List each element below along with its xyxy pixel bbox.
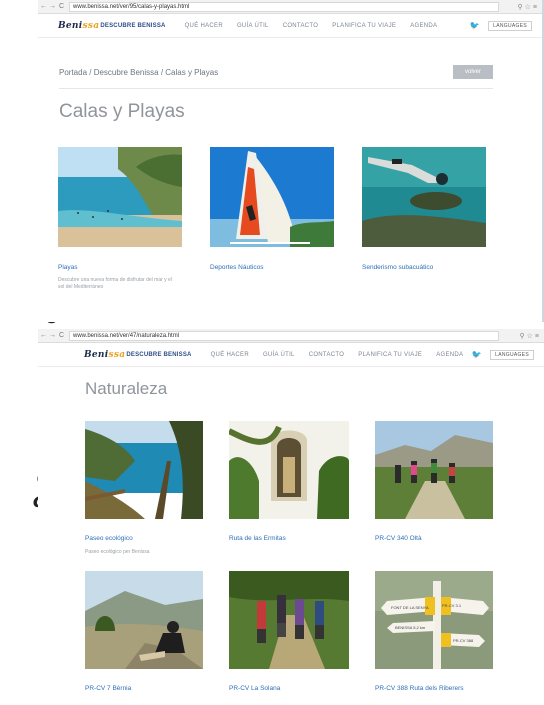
divider xyxy=(59,88,493,89)
card-title[interactable]: Senderismo subacuático xyxy=(362,264,486,271)
card-desc: Descubre una nueva forma de disfrutar de… xyxy=(58,277,172,290)
card-title[interactable]: PR-CV 388 Ruta dels Riberers xyxy=(375,685,493,692)
forward-arrow-icon[interactable]: → xyxy=(49,329,56,343)
nav-contacto[interactable]: CONTACTO xyxy=(276,23,326,29)
card-pr-cv-388-riberers[interactable]: FONT DE LA SENYA PR-CV 3.1 BENISSA 5,2 k… xyxy=(375,571,493,692)
browser-toolbar: ← → C www.benissa.net/ver/47/naturaleza.… xyxy=(38,329,544,343)
signpost-label: PR-CV 388 xyxy=(453,638,474,643)
twitter-icon[interactable]: 🐦 xyxy=(470,21,480,30)
logo-tagline: DESCUBRE BENISSA xyxy=(100,22,166,29)
reload-icon[interactable]: C xyxy=(58,329,65,343)
site-logo[interactable]: Benissa DESCUBRE BENISSA xyxy=(84,350,192,360)
url-text: www.benissa.net/ver/47/naturaleza.html xyxy=(73,332,180,339)
card-title[interactable]: PR-CV La Solana xyxy=(229,685,349,692)
browser-window-calas: ← → C www.benissa.net/ver/95/calas-y-pla… xyxy=(38,0,544,322)
forest-hikers-photo[interactable] xyxy=(229,571,349,669)
card-ruta-ermitas[interactable]: Ruta de las Ermitas xyxy=(229,421,349,542)
coast-path-photo[interactable] xyxy=(85,421,203,519)
browser-toolbar: ← → C www.benissa.net/ver/95/calas-y-pla… xyxy=(38,0,542,14)
nav-agenda[interactable]: AGENDA xyxy=(403,23,444,29)
card-title[interactable]: Playas xyxy=(58,264,182,271)
mountain-rest-photo[interactable] xyxy=(85,571,203,669)
signpost-photo[interactable]: FONT DE LA SENYA PR-CV 3.1 BENISSA 5,2 k… xyxy=(375,571,493,669)
nav-agenda[interactable]: AGENDA xyxy=(429,352,470,358)
url-text: www.benissa.net/ver/95/calas-y-playas.ht… xyxy=(73,3,190,10)
nav-guia-util[interactable]: GUÍA ÚTIL xyxy=(256,352,302,358)
signpost-label: PR-CV 3.1 xyxy=(442,603,462,608)
twitter-icon[interactable]: 🐦 xyxy=(472,350,482,359)
logo-script: Benissa xyxy=(84,349,126,360)
sailing-photo[interactable] xyxy=(210,147,334,247)
nav-planifica[interactable]: PLANIFICA TU VIAJE xyxy=(351,352,429,358)
card-pr-cv-340-olta[interactable]: PR-CV 340 Oltà xyxy=(375,421,493,542)
forward-arrow-icon[interactable]: → xyxy=(49,0,56,14)
card-title[interactable]: PR-CV 340 Oltà xyxy=(375,535,493,542)
hermitage-photo[interactable] xyxy=(229,421,349,519)
signpost-label: BENISSA 5,2 km xyxy=(395,625,426,630)
reload-icon[interactable]: C xyxy=(58,0,65,14)
nav-guia-util[interactable]: GUÍA ÚTIL xyxy=(230,23,276,29)
card-title[interactable]: Ruta de las Ermitas xyxy=(229,535,349,542)
card-title[interactable]: PR-CV 7 Bèrnia xyxy=(85,685,203,692)
card-pr-cv-la-solana[interactable]: PR-CV La Solana xyxy=(229,571,349,692)
address-bar[interactable]: www.benissa.net/ver/47/naturaleza.html xyxy=(69,330,499,341)
site-navbar: Benissa DESCUBRE BENISSA QUÉ HACER GUÍA … xyxy=(38,14,542,38)
back-button[interactable]: volver xyxy=(452,65,493,79)
underwater-photo[interactable] xyxy=(362,147,486,247)
bookmark-menu-icons[interactable]: ⚲☆≡ xyxy=(520,332,544,340)
hikers-photo[interactable] xyxy=(375,421,493,519)
logo-script: Benissa xyxy=(58,20,100,31)
card-senderismo-subacuatico[interactable]: Senderismo subacuático xyxy=(362,147,486,271)
card-deportes-nauticos[interactable]: Deportes Náuticos xyxy=(210,147,334,271)
breadcrumb-row: Portada / Descubre Benissa / Calas y Pla… xyxy=(59,63,493,81)
site-logo[interactable]: Benissa DESCUBRE BENISSA xyxy=(58,21,166,31)
bookmark-menu-icons[interactable]: ⚲☆≡ xyxy=(518,3,543,11)
beach-photo[interactable] xyxy=(58,147,182,247)
languages-button[interactable]: LANGUAGES xyxy=(490,349,534,360)
site-navbar: Benissa DESCUBRE BENISSA QUÉ HACER GUÍA … xyxy=(38,343,544,367)
card-title[interactable]: Deportes Náuticos xyxy=(210,264,334,271)
card-pr-cv-7-bernia[interactable]: PR-CV 7 Bèrnia xyxy=(85,571,203,692)
card-paseo-ecologico[interactable]: Paseo ecológico Paseo ecológico per Beni… xyxy=(85,421,203,556)
browser-window-naturaleza: ← → C www.benissa.net/ver/47/naturaleza.… xyxy=(38,329,544,705)
nav-planifica[interactable]: PLANIFICA TU VIAJE xyxy=(325,23,403,29)
address-bar[interactable]: www.benissa.net/ver/95/calas-y-playas.ht… xyxy=(69,1,499,12)
nav-que-hacer[interactable]: QUÉ HACER xyxy=(178,23,230,29)
nav-contacto[interactable]: CONTACTO xyxy=(302,352,352,358)
signpost-label: FONT DE LA SENYA xyxy=(391,605,429,610)
breadcrumb[interactable]: Portada / Descubre Benissa / Calas y Pla… xyxy=(59,68,218,77)
page-title: Calas y Playas xyxy=(59,101,185,122)
page-title: Naturaleza xyxy=(85,379,168,398)
logo-tagline: DESCUBRE BENISSA xyxy=(126,351,192,358)
card-desc: Paseo ecológico per Benissa xyxy=(85,549,150,555)
languages-button[interactable]: LANGUAGES xyxy=(488,20,532,31)
nav-que-hacer[interactable]: QUÉ HACER xyxy=(204,352,256,358)
screenshot-composite: o e R- L- e e s es o” ← → C www.benissa.… xyxy=(0,0,544,705)
back-arrow-icon[interactable]: ← xyxy=(40,0,47,14)
card-playas[interactable]: Playas Descubre una nueva forma de disfr… xyxy=(58,147,182,291)
card-title[interactable]: Paseo ecológico xyxy=(85,535,203,542)
back-arrow-icon[interactable]: ← xyxy=(40,329,47,343)
